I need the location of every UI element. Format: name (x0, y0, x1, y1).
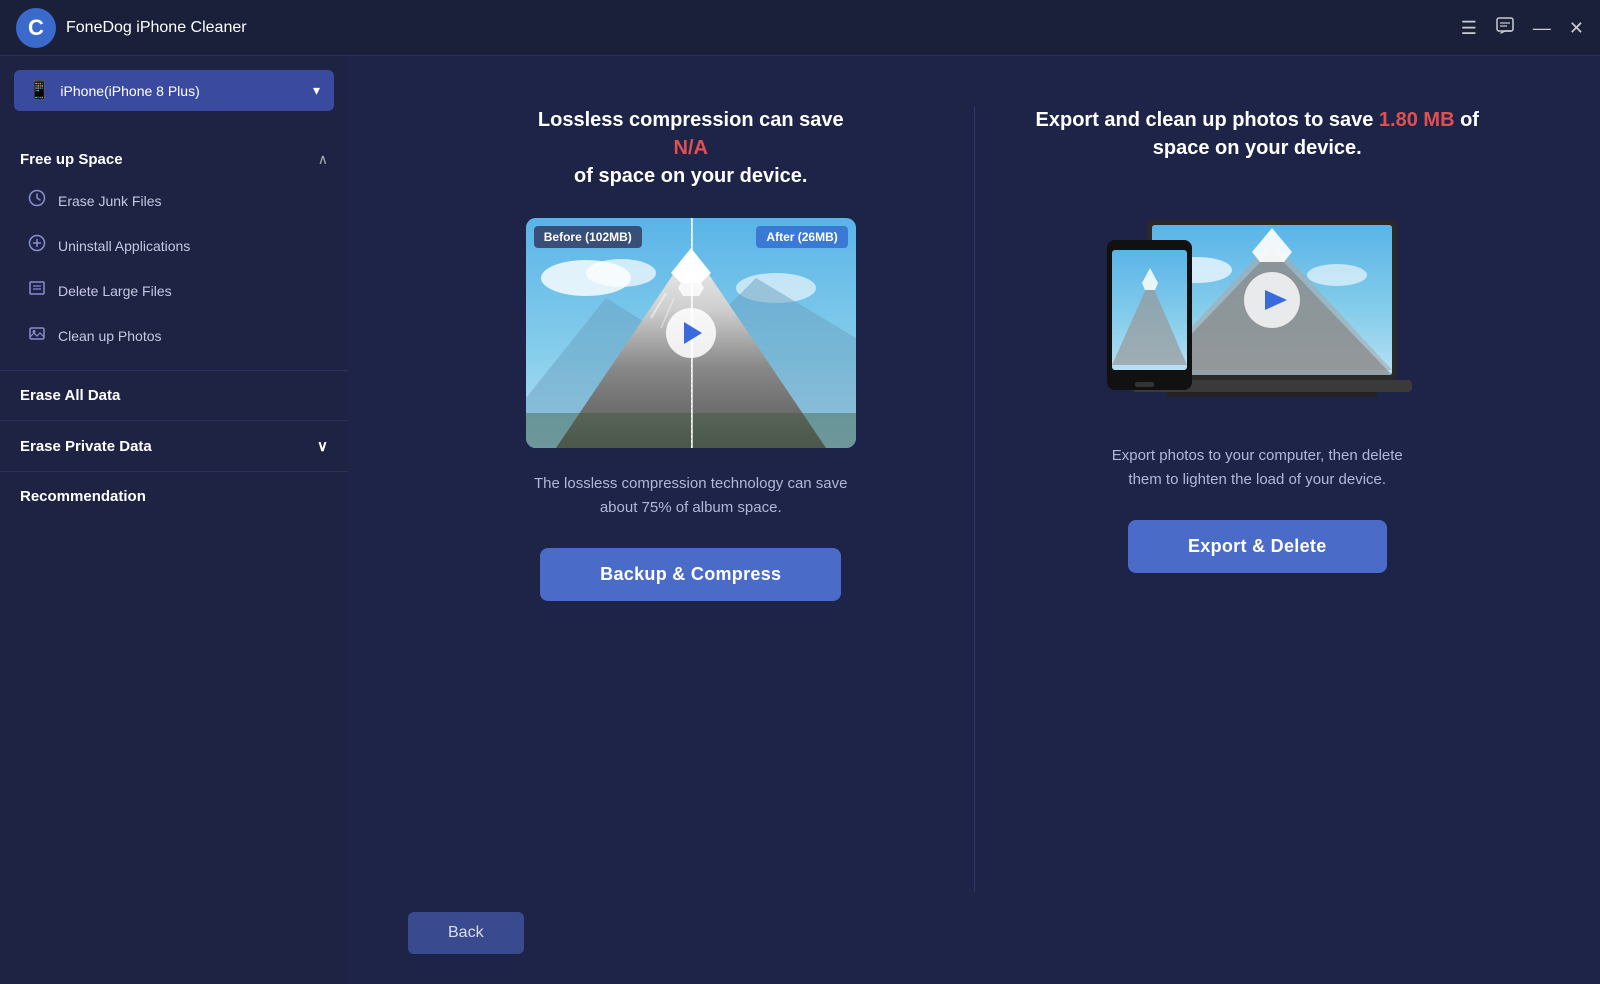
divider-2 (0, 420, 348, 421)
svg-text:C: C (28, 15, 44, 40)
clean-photos-label: Clean up Photos (58, 328, 162, 344)
erase-private-chevron-icon: ∨ (317, 437, 328, 455)
divider-1 (0, 370, 348, 371)
app-logo: C (16, 8, 56, 48)
files-icon (28, 279, 46, 302)
app-title: FoneDog iPhone Cleaner (66, 19, 1461, 37)
device-name: iPhone(iPhone 8 Plus) (60, 83, 199, 99)
clock-icon (28, 189, 46, 212)
content-bottom-bar: Back (348, 892, 1600, 984)
chat-button[interactable] (1495, 16, 1515, 39)
device-illustration (1087, 190, 1427, 420)
divider-3 (0, 471, 348, 472)
main-layout: 📱 iPhone(iPhone 8 Plus) ▾ Free up Space … (0, 56, 1600, 984)
right-panel-description: Export photos to your computer, then del… (1097, 444, 1417, 492)
free-up-space-header[interactable]: Free up Space ∧ (0, 141, 348, 178)
device-chevron-icon: ▾ (313, 82, 320, 99)
left-panel-description: The lossless compression technology can … (531, 472, 851, 520)
sidebar-item-clean-photos[interactable]: Clean up Photos (0, 313, 348, 358)
uninstall-apps-label: Uninstall Applications (58, 238, 190, 254)
sidebar-item-erase-junk[interactable]: Erase Junk Files (0, 178, 348, 223)
sidebar-item-uninstall-apps[interactable]: Uninstall Applications (0, 223, 348, 268)
after-badge: After (26MB) (756, 226, 847, 248)
sidebar-item-recommendation[interactable]: Recommendation (0, 476, 348, 517)
phone-icon: 📱 (28, 80, 50, 101)
minimize-button[interactable]: — (1533, 19, 1551, 37)
device-display (1087, 190, 1427, 420)
left-panel-highlight: N/A (538, 134, 844, 162)
device-selector[interactable]: 📱 iPhone(iPhone 8 Plus) ▾ (14, 70, 334, 111)
export-delete-button[interactable]: Export & Delete (1128, 520, 1387, 573)
photos-icon (28, 324, 46, 347)
sidebar-item-erase-private-data[interactable]: Erase Private Data ∨ (0, 425, 348, 467)
back-button[interactable]: Back (408, 912, 524, 954)
free-up-space-title: Free up Space (20, 151, 123, 168)
sidebar-item-delete-large[interactable]: Delete Large Files (0, 268, 348, 313)
left-panel-title: Lossless compression can save N/A of spa… (538, 106, 844, 190)
right-panel-highlight: 1.80 MB (1379, 109, 1455, 131)
right-panel-title: Export and clean up photos to save 1.80 … (1005, 106, 1511, 162)
content-area: Lossless compression can save N/A of spa… (348, 56, 1600, 984)
image-comparison: Before (102MB) After (26MB) (526, 218, 856, 448)
menu-button[interactable]: ☰ (1461, 19, 1477, 37)
backup-compress-button[interactable]: Backup & Compress (540, 548, 841, 601)
backup-compress-panel: Lossless compression can save N/A of spa… (408, 106, 974, 892)
sidebar-nav: Free up Space ∧ Erase Junk Files (0, 125, 348, 984)
free-up-space-chevron-icon: ∧ (318, 151, 328, 168)
sidebar: 📱 iPhone(iPhone 8 Plus) ▾ Free up Space … (0, 56, 348, 984)
content-panels: Lossless compression can save N/A of spa… (348, 56, 1600, 892)
export-delete-panel: Export and clean up photos to save 1.80 … (975, 106, 1541, 892)
window-controls: ☰ — ✕ (1461, 16, 1584, 39)
play-button[interactable] (666, 308, 716, 358)
close-button[interactable]: ✕ (1569, 19, 1584, 37)
apps-icon (28, 234, 46, 257)
sidebar-section-free-up-space: Free up Space ∧ Erase Junk Files (0, 133, 348, 366)
before-badge: Before (102MB) (534, 226, 642, 248)
erase-junk-label: Erase Junk Files (58, 193, 161, 209)
delete-large-label: Delete Large Files (58, 283, 172, 299)
sidebar-item-erase-all-data[interactable]: Erase All Data (0, 375, 348, 416)
title-bar: C FoneDog iPhone Cleaner ☰ — ✕ (0, 0, 1600, 56)
